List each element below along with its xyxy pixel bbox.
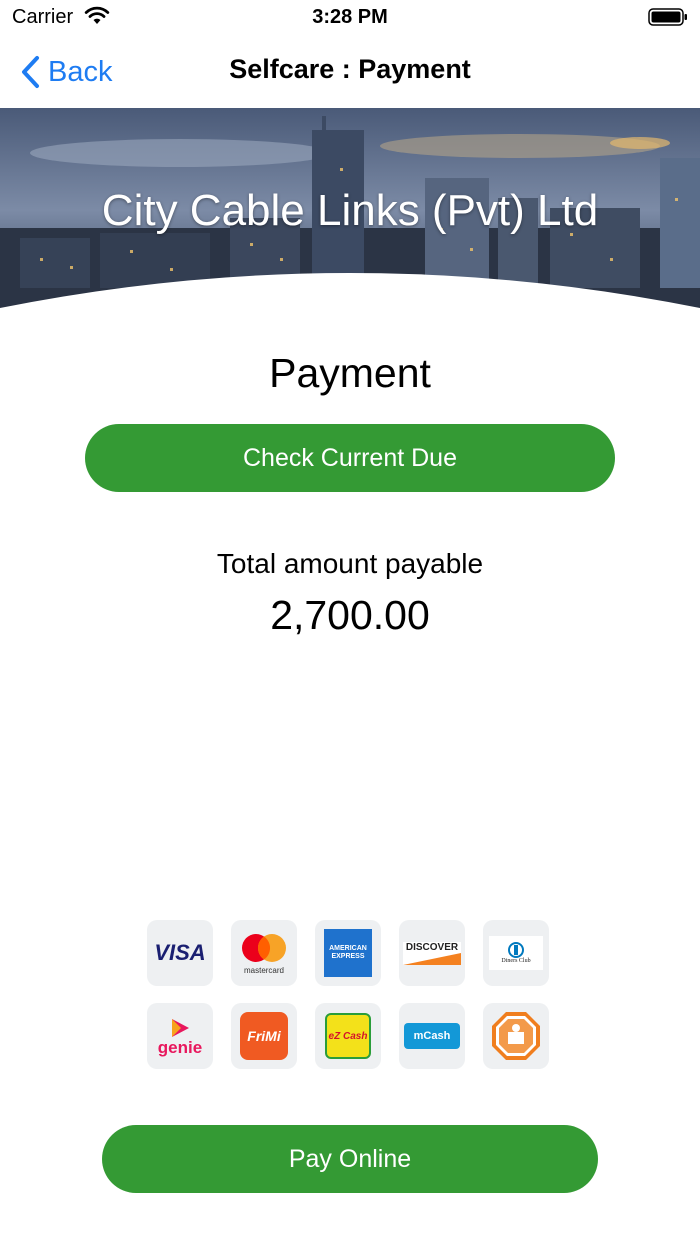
header-banner: City Cable Links (Pvt) Ltd: [0, 108, 700, 313]
battery-icon: [648, 8, 688, 26]
genie-logo: genie: [147, 1003, 213, 1069]
total-amount-label: Total amount payable: [216, 548, 484, 579]
company-name: City Cable Links (Pvt) Ltd: [101, 186, 599, 235]
status-bar: Carrier 3:28 PM: [0, 0, 700, 38]
mcash-logo: mCash: [399, 1003, 465, 1069]
navigation-bar: Back Selfcare : Payment: [0, 38, 700, 108]
payment-heading: Payment: [269, 350, 431, 396]
frimi-logo: FriMi: [231, 1003, 297, 1069]
diners-club-logo: Diners Club: [483, 920, 549, 986]
page-title: Selfcare : Payment: [229, 54, 471, 84]
visa-logo: VISA: [147, 920, 213, 986]
check-current-due-button[interactable]: Check Current Due: [85, 424, 615, 492]
american-express-logo: AMERICAN EXPRESS: [315, 920, 381, 986]
status-time: 3:28 PM: [312, 6, 388, 28]
octagon-bank-logo: [483, 1003, 549, 1069]
total-amount-value: 2,700.00: [270, 592, 430, 638]
pay-online-button[interactable]: Pay Online: [102, 1125, 598, 1193]
discover-logo: DISCOVER: [399, 920, 465, 986]
ezcash-logo: eZ Cash: [315, 1003, 381, 1069]
mastercard-logo: mastercard: [231, 920, 297, 986]
